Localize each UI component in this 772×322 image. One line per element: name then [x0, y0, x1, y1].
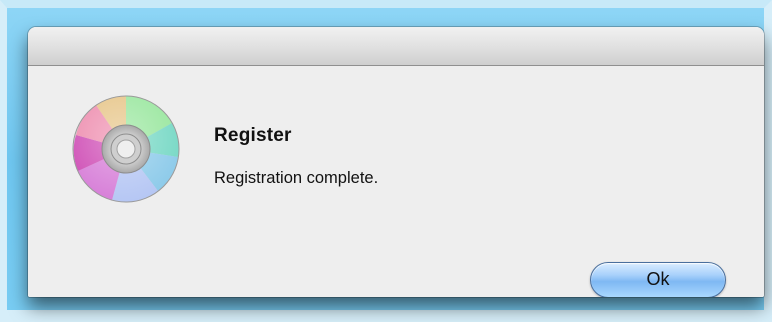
- alert-dialog: Register Registration complete. Ok: [28, 27, 764, 297]
- dialog-message: Registration complete.: [214, 169, 379, 187]
- ok-button-label: Ok: [646, 268, 670, 289]
- compact-disc-icon: [72, 95, 180, 203]
- ok-button[interactable]: Ok: [590, 262, 726, 297]
- dialog-title: Register: [214, 125, 292, 146]
- dialog-content: Register Registration complete. Ok: [28, 66, 764, 297]
- dialog-titlebar[interactable]: [28, 27, 764, 66]
